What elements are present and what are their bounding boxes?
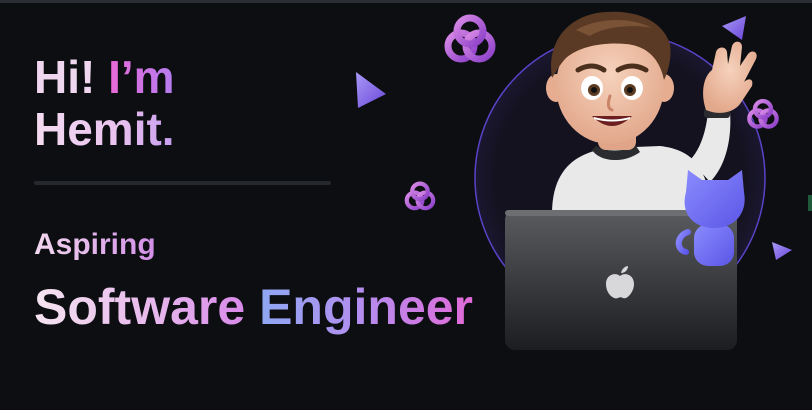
hero-greeting: Hi! I’m Hemit. xyxy=(34,51,175,155)
knot-icon xyxy=(444,14,496,63)
knot-icon xyxy=(404,181,436,211)
hero-name: Hemit. xyxy=(34,102,175,155)
greeting-accent: I’m xyxy=(108,51,175,103)
role-first-word: Software xyxy=(34,279,246,335)
hero-section: Hi! I’m Hemit. Aspiring Software Enginee… xyxy=(0,0,812,410)
triangle-icon xyxy=(722,16,746,40)
hero-illustration xyxy=(356,11,792,350)
greeting-line: Hi! I’m xyxy=(34,51,175,104)
hero-divider xyxy=(34,181,331,185)
greeting-text: Hi! xyxy=(34,51,109,103)
triangle-icon xyxy=(772,242,792,260)
triangle-icon xyxy=(356,72,386,108)
hero-aspiring: Aspiring xyxy=(34,228,156,261)
edge-indicator xyxy=(808,195,812,211)
